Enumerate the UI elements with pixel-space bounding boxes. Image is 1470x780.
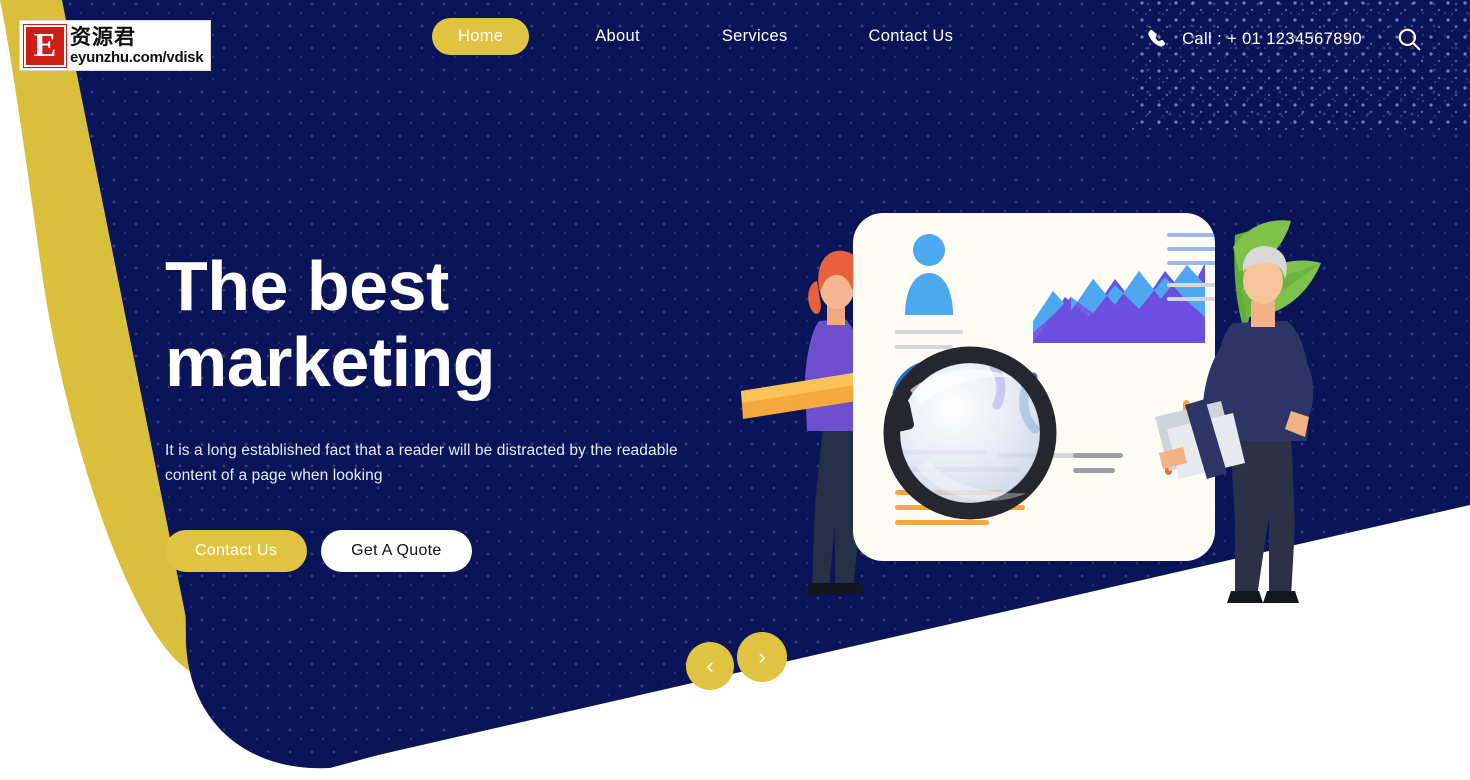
search-icon[interactable] — [1396, 26, 1422, 52]
nav-item-services[interactable]: Services — [700, 18, 810, 55]
get-a-quote-button[interactable]: Get A Quote — [321, 530, 472, 572]
phone-icon — [1148, 29, 1166, 47]
nav-item-contact-us[interactable]: Contact Us — [847, 18, 976, 55]
hero-title-line-1: The best — [165, 247, 449, 325]
hero-paragraph: It is a long established fact that a rea… — [165, 442, 678, 484]
nav-item-about[interactable]: About — [573, 18, 662, 55]
hero-content: The best marketing It is a long establis… — [165, 248, 785, 572]
contact-us-button[interactable]: Contact Us — [165, 530, 308, 572]
site-logo[interactable]: E 资源君 eyunzhu.com/vdisk — [19, 20, 211, 71]
hero-title: The best marketing — [165, 248, 785, 400]
nav-contact-group: Call : + 01 1234567890 — [1146, 26, 1422, 52]
logo-letter-mark: E — [23, 23, 67, 68]
top-navbar: E 资源君 eyunzhu.com/vdisk Home About Servi… — [0, 0, 1470, 80]
carousel-next-button[interactable]: › — [737, 632, 787, 682]
call-phone-text: Call : + 01 1234567890 — [1182, 29, 1362, 48]
logo-wordmark: 资源君 eyunzhu.com/vdisk — [70, 24, 204, 66]
carousel-controls: ‹ › — [686, 632, 787, 690]
hero-button-group: Contact Us Get A Quote — [165, 530, 785, 572]
primary-nav: Home About Services Contact Us — [432, 18, 975, 55]
logo-url-text: eyunzhu.com/vdisk — [70, 48, 204, 66]
carousel-prev-button[interactable]: ‹ — [686, 642, 734, 690]
marketing-analysis-illustration — [735, 205, 1355, 615]
nav-item-home[interactable]: Home — [432, 18, 530, 55]
hero-stage: E 资源君 eyunzhu.com/vdisk Home About Servi… — [0, 0, 1470, 780]
hero-title-line-2: marketing — [165, 323, 496, 401]
logo-chinese-text: 资源君 — [70, 24, 136, 49]
magnifying-glass-icon — [883, 346, 1057, 520]
